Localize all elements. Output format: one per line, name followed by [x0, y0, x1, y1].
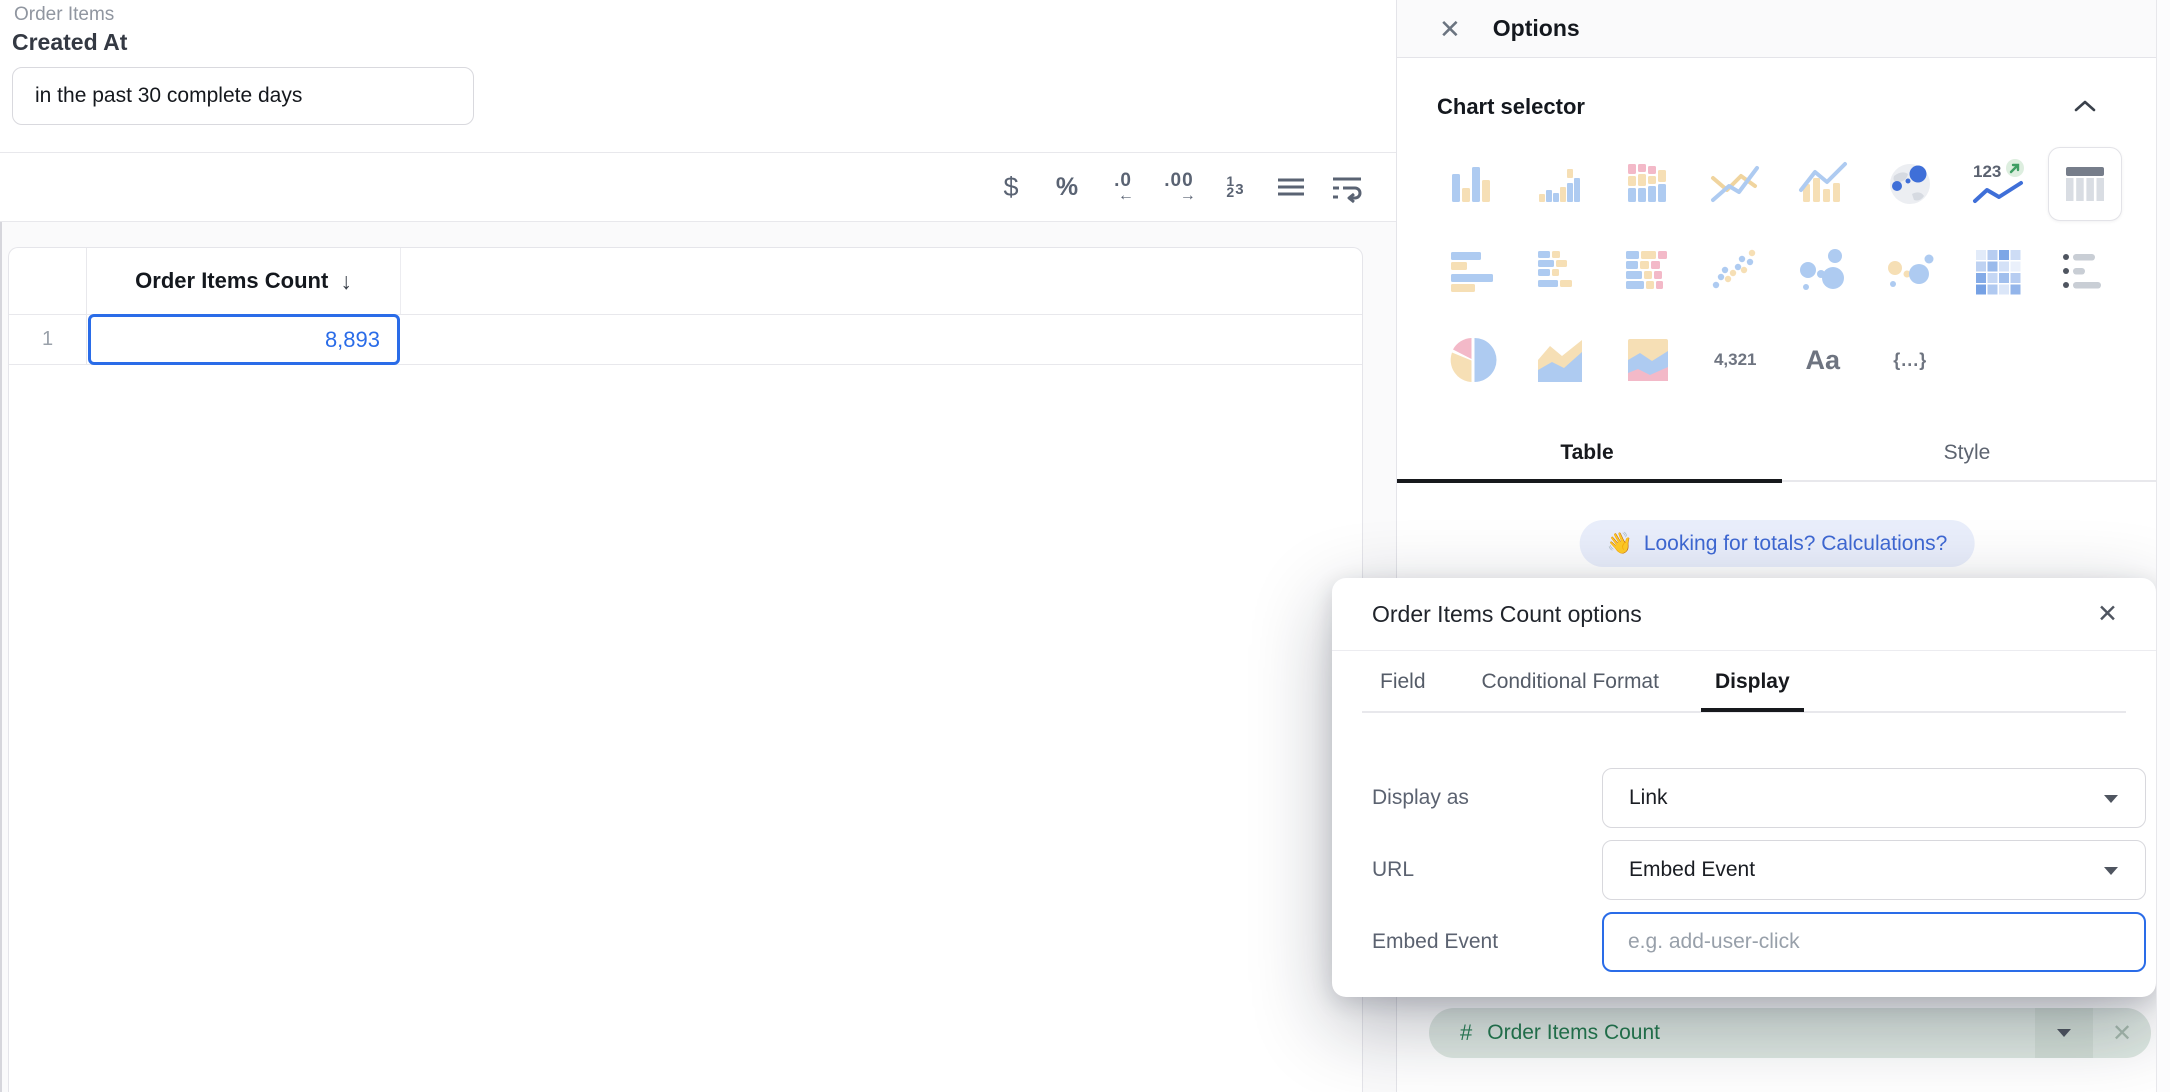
url-row: URL Embed Event [1332, 840, 2156, 900]
column-header-order-items-count[interactable]: Order Items Count ↓ [87, 248, 401, 314]
single-value-chart-icon[interactable]: 4,321 [1705, 330, 1765, 390]
options-panel-header: ✕ Options [1397, 0, 2157, 58]
column-header-label: Order Items Count [135, 268, 328, 294]
field-chip-remove-icon[interactable]: ✕ [2093, 1019, 2151, 1048]
stacked-bar-chart-icon[interactable] [1618, 154, 1678, 214]
collapse-chevron-icon[interactable] [2072, 98, 2098, 119]
decrease-decimals-icon[interactable]: .0 ← [1102, 165, 1144, 209]
row-number-cell: 1 [9, 315, 87, 364]
embed-event-label: Embed Event [1372, 930, 1498, 954]
modal-title: Order Items Count options [1372, 601, 1642, 628]
legend-list-icon[interactable] [2055, 242, 2115, 302]
table-row: 1 8,893 [9, 315, 1362, 365]
modal-header: Order Items Count options ✕ [1332, 578, 2156, 651]
field-chip-order-items-count[interactable]: # Order Items Count ✕ [1429, 1008, 2151, 1058]
area-chart-icon[interactable] [1530, 330, 1590, 390]
display-as-label: Display as [1372, 786, 1469, 810]
results-table: Order Items Count ↓ 1 8,893 [8, 247, 1363, 1092]
app-window: Order Items Created At $ % .0 ← .00 → [0, 0, 2170, 1092]
heatmap-chart-icon[interactable] [1968, 242, 2028, 302]
field-chip-menu-caret[interactable] [2035, 1008, 2093, 1058]
value-cell-container: 8,893 [87, 315, 401, 364]
filter-entity-label: Order Items [14, 4, 114, 26]
bar-chart-icon[interactable] [1443, 154, 1503, 214]
grouped-horizontal-bar-chart-icon[interactable] [1530, 242, 1590, 302]
table-header-row: Order Items Count ↓ [9, 248, 1362, 315]
scatter-chart-icon[interactable] [1705, 242, 1765, 302]
percent-format-icon[interactable]: % [1046, 165, 1088, 209]
field-options-modal: Order Items Count options ✕ Field Condit… [1332, 578, 2156, 997]
modal-tab-bar: Field Conditional Format Display [1332, 651, 2156, 713]
display-as-row: Display as Link [1332, 768, 2156, 828]
tab-display[interactable]: Display [1713, 652, 1792, 712]
row-number-header [9, 248, 87, 314]
tab-conditional-format[interactable]: Conditional Format [1480, 652, 1661, 712]
stacked-horizontal-bar-chart-icon[interactable] [1618, 242, 1678, 302]
chevron-down-icon [2103, 858, 2119, 882]
tab-style[interactable]: Style [1777, 424, 2157, 482]
totals-calculations-link[interactable]: 👋 Looking for totals? Calculations? [1580, 520, 1975, 567]
embed-event-input[interactable] [1602, 912, 2146, 972]
line-chart-icon[interactable] [1705, 154, 1765, 214]
url-label: URL [1372, 858, 1414, 882]
totals-link-label: Looking for totals? Calculations? [1644, 532, 1948, 556]
pane-edge-divider [0, 222, 2, 1092]
text-chart-icon[interactable]: Aa [1793, 330, 1853, 390]
field-chip-label: Order Items Count [1487, 1021, 2035, 1045]
map-chart-icon[interactable] [1880, 154, 1940, 214]
svg-text:123: 123 [1973, 162, 2001, 181]
chevron-down-icon [2103, 786, 2119, 810]
embed-event-row: Embed Event [1332, 912, 2156, 972]
url-select[interactable]: Embed Event [1602, 840, 2146, 900]
pie-chart-icon[interactable] [1443, 330, 1503, 390]
modal-close-icon[interactable]: ✕ [2097, 602, 2118, 627]
bar-line-combo-chart-icon[interactable] [1793, 154, 1853, 214]
filter-value-input[interactable] [12, 67, 474, 125]
increase-decimals-icon[interactable]: .00 → [1158, 165, 1200, 209]
format-toolbar: $ % .0 ← .00 → 12 3 [0, 152, 1396, 222]
sort-descending-icon: ↓ [340, 268, 352, 295]
vertical-scrollbar[interactable] [2156, 0, 2170, 1092]
options-panel-title: Options [1493, 15, 1580, 42]
selected-value-cell[interactable]: 8,893 [88, 314, 400, 365]
stacked-area-chart-icon[interactable] [1618, 330, 1678, 390]
bubble-chart-icon[interactable] [1793, 242, 1853, 302]
tab-table[interactable]: Table [1397, 424, 1777, 482]
numeric-sort-icon[interactable]: 12 3 [1214, 165, 1256, 209]
wave-emoji-icon: 👋 [1607, 532, 1633, 556]
close-options-icon[interactable]: ✕ [1439, 16, 1461, 42]
filter-field-label: Created At [12, 29, 127, 56]
display-as-value: Link [1629, 786, 1668, 810]
panel-tab-bar: Table Style [1397, 424, 2157, 482]
url-value: Embed Event [1629, 858, 1755, 882]
active-tab-underline [1397, 479, 1782, 483]
chart-selector-grid: 123 [1429, 140, 2131, 404]
worksheet-area: Order Items Created At $ % .0 ← .00 → [0, 0, 1396, 1092]
wrap-text-icon[interactable] [1326, 165, 1368, 209]
display-as-select[interactable]: Link [1602, 768, 2146, 828]
json-chart-icon[interactable]: {...} [1880, 330, 1940, 390]
number-field-icon: # [1460, 1020, 1472, 1046]
tab-field[interactable]: Field [1378, 652, 1428, 712]
table-chart-icon[interactable] [2048, 147, 2122, 221]
grouped-bar-chart-icon[interactable] [1530, 154, 1590, 214]
currency-format-icon[interactable]: $ [990, 165, 1032, 209]
single-value-trend-chart-icon[interactable]: 123 [1968, 154, 2028, 214]
horizontal-bar-chart-icon[interactable] [1443, 242, 1503, 302]
align-text-icon[interactable] [1270, 165, 1312, 209]
bubble-alt-chart-icon[interactable] [1880, 242, 1940, 302]
chart-selector-title: Chart selector [1437, 94, 1585, 120]
